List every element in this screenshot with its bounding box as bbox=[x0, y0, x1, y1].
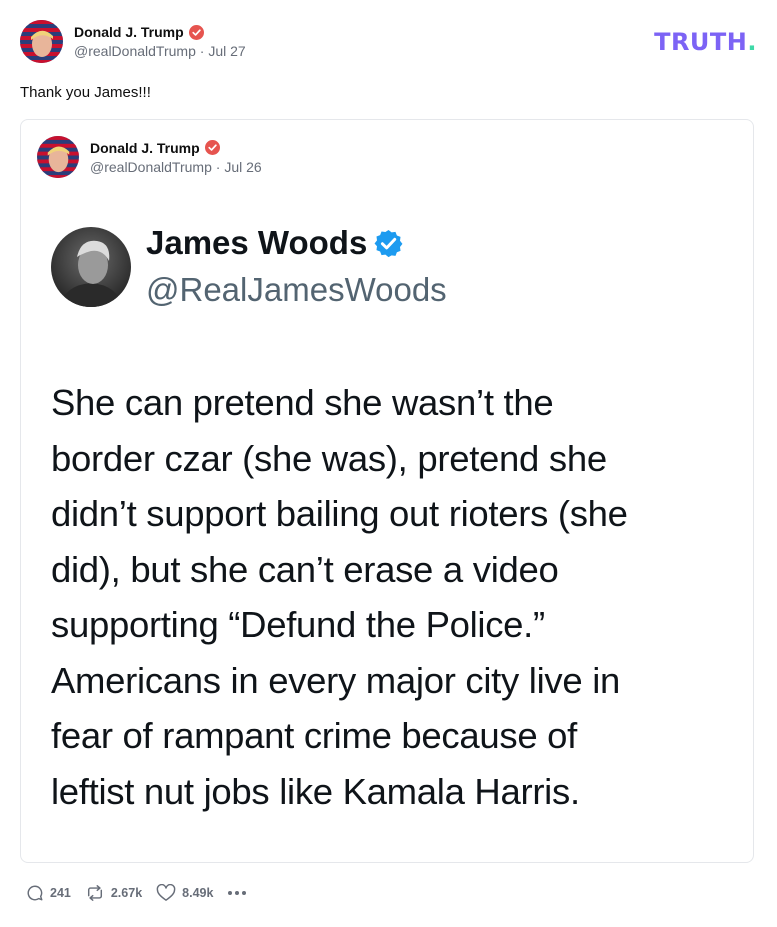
retruth-count: 2.67k bbox=[110, 886, 143, 900]
tweet-author-avatar bbox=[51, 227, 131, 307]
quoted-author-handle[interactable]: @realDonaldTrump bbox=[90, 159, 212, 175]
reply-count: 241 bbox=[50, 886, 71, 900]
like-count: 8.49k bbox=[182, 886, 214, 900]
more-options-button[interactable] bbox=[227, 890, 253, 896]
tweet-author-handle: @RealJamesWoods bbox=[146, 271, 447, 308]
embedded-tweet-image: James Woods @RealJamesWoods She can pret… bbox=[51, 223, 731, 819]
tweet-body: She can pretend she wasn’t the border cz… bbox=[51, 382, 628, 812]
meta-separator: · bbox=[215, 158, 221, 175]
author-avatar[interactable] bbox=[20, 20, 63, 63]
verified-badge-icon bbox=[188, 24, 204, 40]
heart-icon bbox=[156, 884, 176, 901]
author-info: Donald J. Trump @realDonaldTrump · Jul 2… bbox=[74, 24, 246, 59]
truth-logo[interactable]: TRUTH. bbox=[654, 28, 757, 56]
like-button[interactable]: 8.49k bbox=[156, 884, 213, 902]
tweet-author-info: James Woods @RealJamesWoods bbox=[146, 223, 447, 311]
post-header: Donald J. Trump @realDonaldTrump · Jul 2… bbox=[20, 20, 246, 63]
author-handle[interactable]: @realDonaldTrump bbox=[74, 43, 196, 59]
meta-separator: · bbox=[199, 43, 205, 59]
post-date[interactable]: Jul 27 bbox=[208, 43, 245, 59]
author-name[interactable]: Donald J. Trump bbox=[74, 24, 184, 40]
quoted-post-card[interactable]: Donald J. Trump @realDonaldTrump · Jul 2… bbox=[20, 119, 754, 863]
quoted-author-info: Donald J. Trump @realDonaldTrump · Jul 2… bbox=[90, 140, 262, 175]
tweet-author-name: James Woods bbox=[146, 224, 368, 261]
quoted-post-header: Donald J. Trump @realDonaldTrump · Jul 2… bbox=[37, 136, 262, 178]
logo-text: TRUTH bbox=[654, 28, 748, 56]
reply-button[interactable]: 241 bbox=[26, 884, 71, 902]
quoted-post-date[interactable]: Jul 26 bbox=[224, 159, 261, 175]
verified-badge-icon bbox=[204, 140, 220, 155]
quoted-author-name-row: Donald J. Trump bbox=[90, 140, 262, 156]
blue-verified-badge-icon bbox=[374, 229, 403, 257]
action-bar: 241 2.67k 8.49k bbox=[26, 884, 267, 902]
post-meta: @realDonaldTrump · Jul 27 bbox=[74, 43, 246, 59]
retruth-icon bbox=[87, 885, 102, 901]
tweet-header: James Woods @RealJamesWoods bbox=[51, 223, 731, 311]
quoted-author-name[interactable]: Donald J. Trump bbox=[90, 140, 200, 156]
logo-dot: . bbox=[747, 28, 757, 56]
quoted-author-avatar[interactable] bbox=[37, 136, 79, 178]
quoted-post-meta: @realDonaldTrump · Jul 26 bbox=[90, 159, 262, 175]
author-name-row: Donald J. Trump bbox=[74, 24, 246, 40]
post-text: Thank you James!!! bbox=[20, 84, 151, 101]
retruth-button[interactable]: 2.67k bbox=[85, 884, 142, 902]
tweet-author-name-row: James Woods bbox=[146, 223, 447, 263]
reply-icon bbox=[27, 885, 43, 901]
ellipsis-icon bbox=[228, 891, 247, 895]
